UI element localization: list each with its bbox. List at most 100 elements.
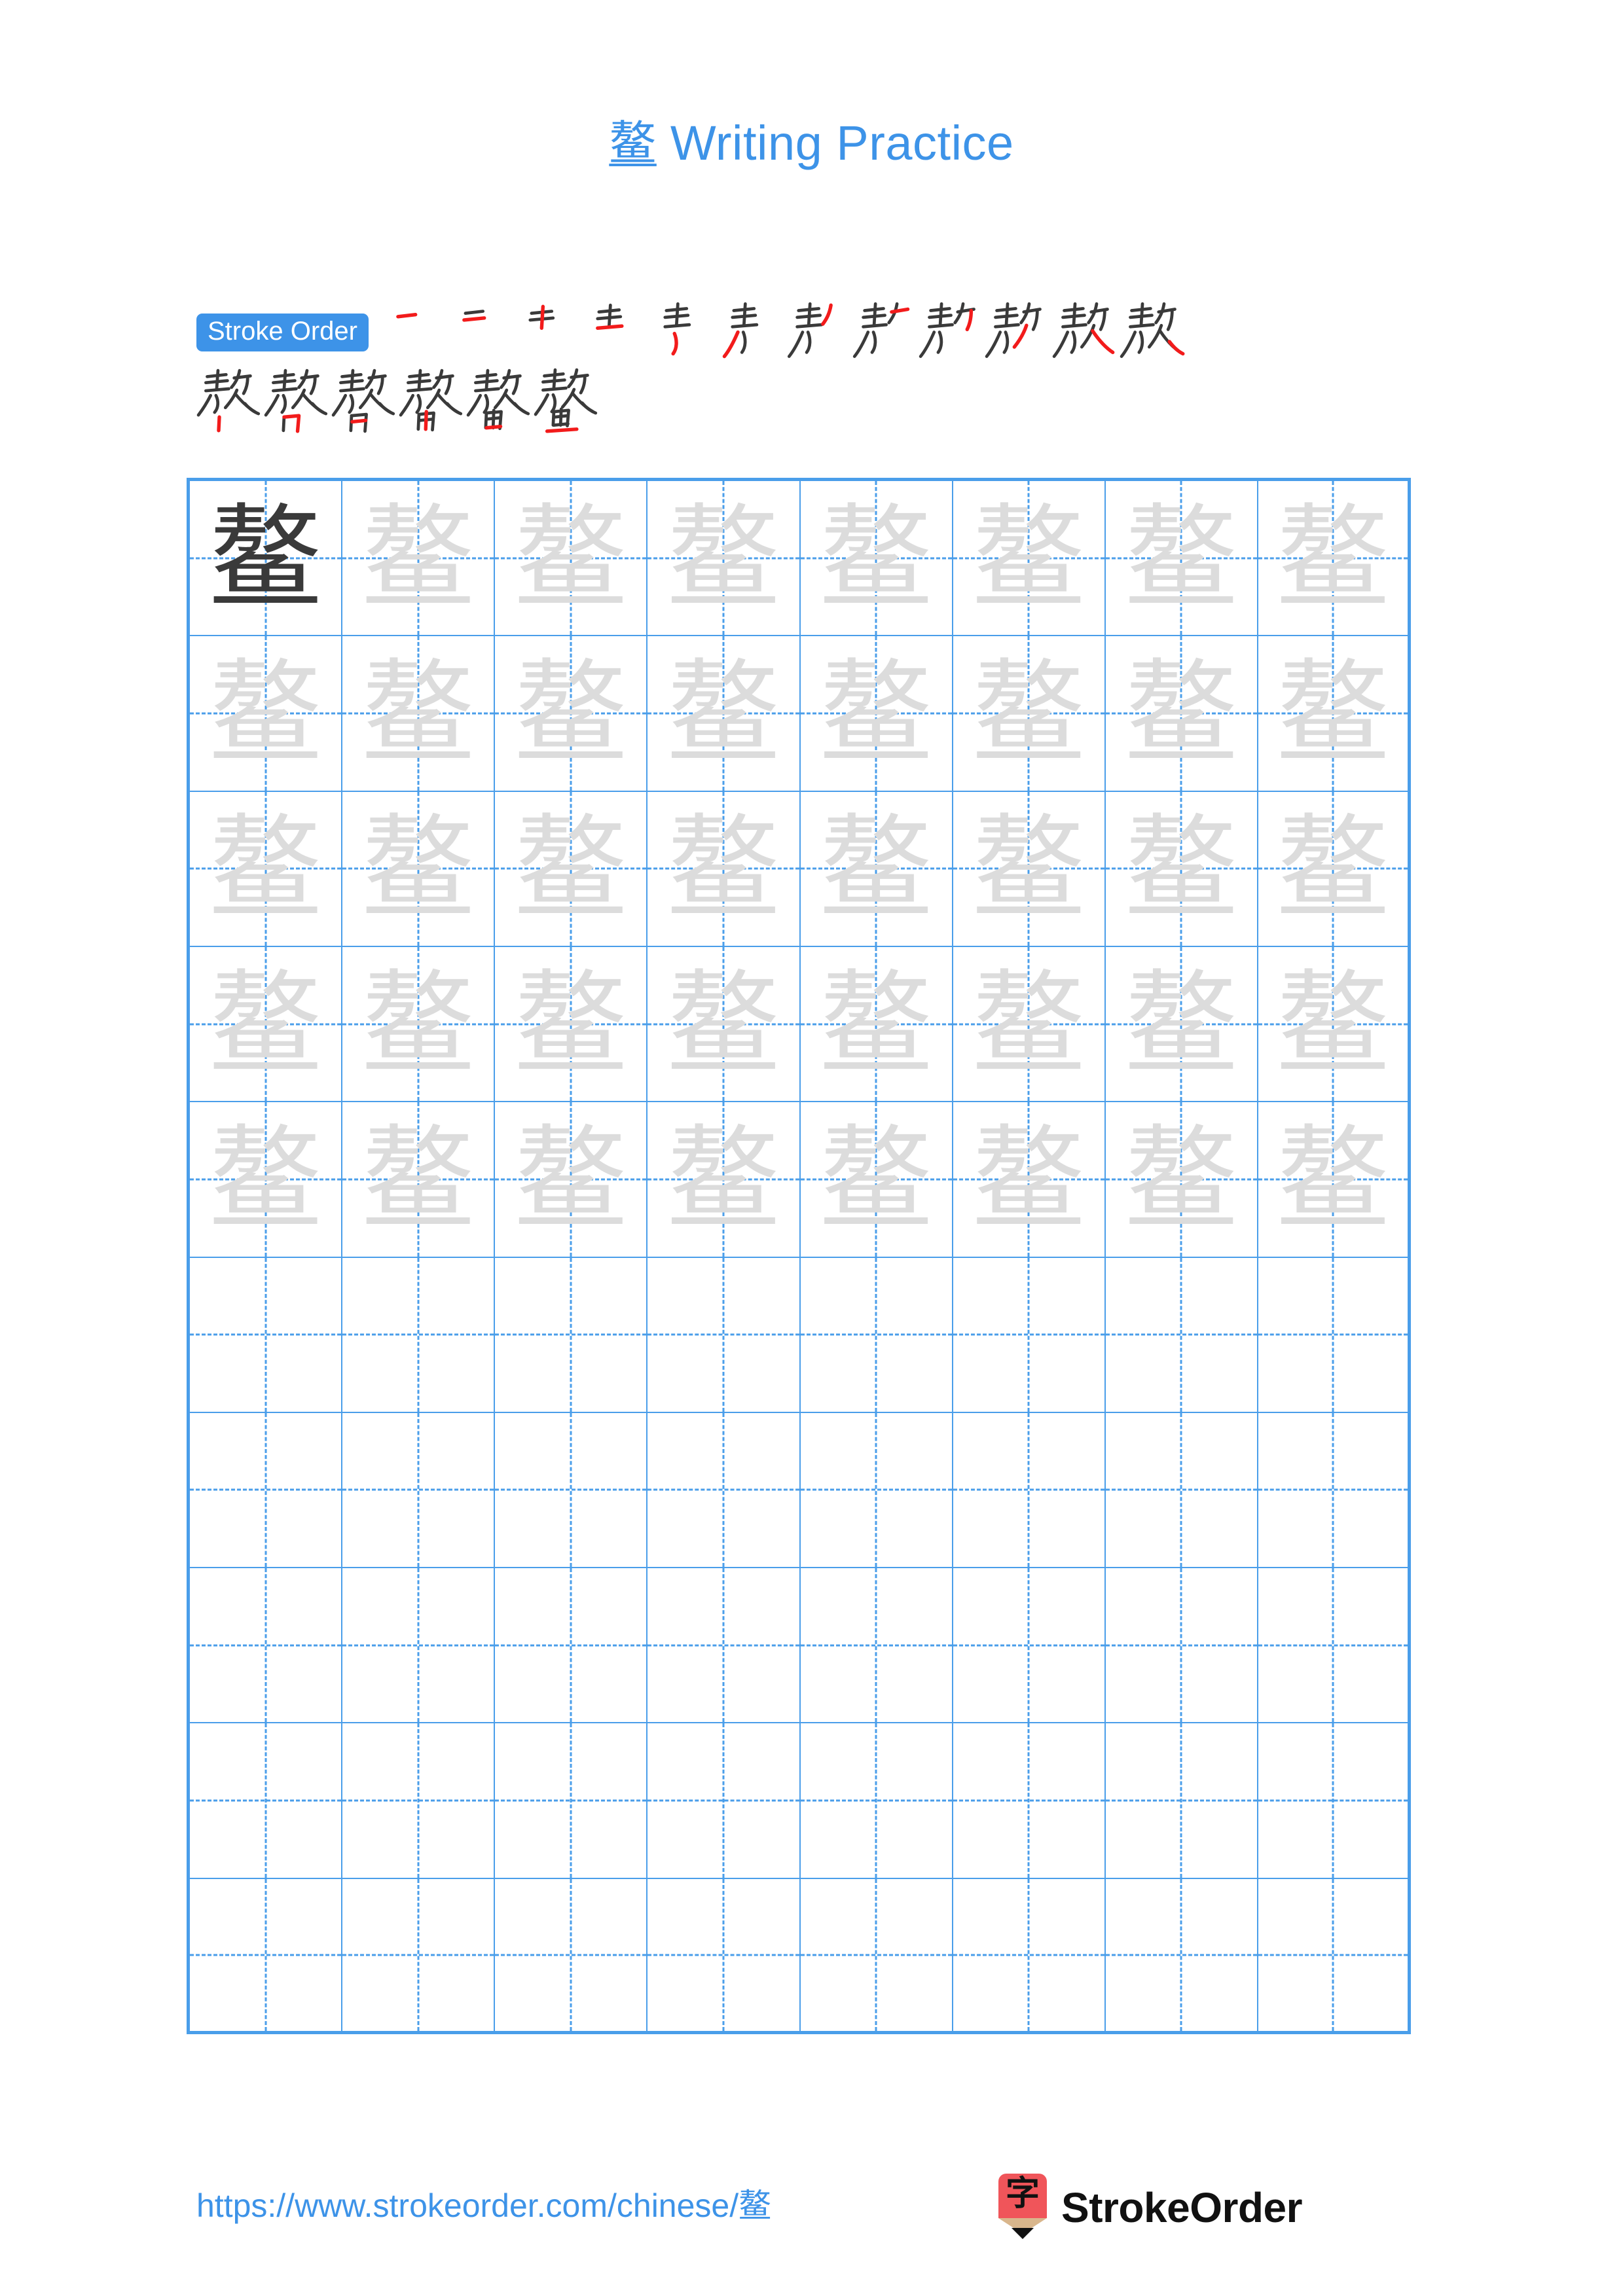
tracing-character: 鳌 [820,958,933,1090]
grid-cell[interactable] [342,1723,496,1879]
grid-cell[interactable]: 鳌 [190,1102,343,1258]
grid-cell[interactable]: 鳌 [1258,636,1411,792]
grid-cell[interactable] [190,1257,343,1413]
grid-cell[interactable] [800,1412,953,1569]
grid-cell[interactable] [342,1412,496,1569]
grid-cell[interactable] [647,1568,801,1724]
tracing-character: 鳌 [666,492,780,624]
grid-cell[interactable] [1105,1723,1258,1879]
grid-cell[interactable] [800,1568,953,1724]
grid-cell[interactable] [495,1878,648,2034]
site-logo-text: StrokeOrder [1061,2184,1302,2231]
tracing-character: 鳌 [209,647,322,779]
grid-cell[interactable] [647,1723,801,1879]
grid-cell[interactable]: 鳌 [800,791,953,947]
grid-cell[interactable] [1105,1257,1258,1413]
grid-cell[interactable] [1105,1568,1258,1724]
grid-cell[interactable]: 鳌 [800,636,953,792]
tracing-character: 鳌 [209,802,322,935]
grid-cell[interactable]: 鳌 [342,946,496,1103]
stroke-step-2 [445,298,513,366]
grid-cell[interactable]: 鳌 [342,481,496,637]
grid-cell[interactable]: 鳌 [190,791,343,947]
grid-cell[interactable] [342,1568,496,1724]
grid-cell[interactable] [800,1723,953,1879]
grid-cell[interactable]: 鳌 [647,636,801,792]
tracing-character: 鳌 [361,958,475,1090]
grid-cell[interactable] [953,1723,1106,1879]
grid-cell[interactable] [342,1257,496,1413]
grid-cell[interactable] [953,1412,1106,1569]
grid-cell[interactable] [647,1412,801,1569]
grid-cell[interactable]: 鳌 [1258,946,1411,1103]
pencil-zi-character: 字 [1005,2174,1040,2214]
grid-cell[interactable]: 鳌 [1258,791,1411,947]
stroke-step-6 [715,298,782,366]
grid-cell[interactable]: 鳌 [190,481,343,637]
grid-cell[interactable] [342,1878,496,2034]
grid-cell[interactable]: 鳌 [953,636,1106,792]
grid-cell[interactable]: 鳌 [342,1102,496,1258]
stroke-step-10 [985,298,1052,366]
grid-cell[interactable] [190,1878,343,2034]
grid-cell[interactable] [495,1568,648,1724]
grid-cell[interactable] [495,1723,648,1879]
grid-cell[interactable]: 鳌 [495,1102,648,1258]
grid-cell[interactable] [647,1257,801,1413]
grid-cell[interactable] [953,1878,1106,2034]
grid-cell[interactable]: 鳌 [1105,636,1258,792]
grid-cell[interactable] [495,1257,648,1413]
grid-cell[interactable]: 鳌 [1105,481,1258,637]
grid-cell[interactable]: 鳌 [1105,791,1258,947]
grid-cell[interactable]: 鳌 [1105,946,1258,1103]
grid-cell[interactable] [1258,1723,1411,1879]
grid-cell[interactable]: 鳌 [800,946,953,1103]
grid-cell[interactable]: 鳌 [647,946,801,1103]
grid-cell[interactable]: 鳌 [953,1102,1106,1258]
site-logo[interactable]: 字 StrokeOrder [998,2172,1302,2244]
footer-url[interactable]: https://www.strokeorder.com/chinese/鳌 [196,2179,771,2227]
grid-cell[interactable]: 鳌 [495,946,648,1103]
grid-cell[interactable] [953,1257,1106,1413]
grid-cell[interactable]: 鳌 [800,1102,953,1258]
grid-cell[interactable]: 鳌 [495,791,648,947]
stroke-step-5 [647,298,715,366]
grid-cell[interactable] [190,1723,343,1879]
grid-cell[interactable]: 鳌 [342,636,496,792]
grid-cell[interactable] [953,1568,1106,1724]
grid-cell[interactable] [800,1257,953,1413]
grid-cell[interactable]: 鳌 [190,946,343,1103]
grid-cell[interactable]: 鳌 [647,1102,801,1258]
grid-cell[interactable] [1258,1257,1411,1413]
grid-cell[interactable] [1258,1878,1411,2034]
grid-cell[interactable] [647,1878,801,2034]
grid-cell[interactable]: 鳌 [1258,481,1411,637]
stroke-order-section: Stroke Order [196,298,1440,435]
grid-cell[interactable]: 鳌 [953,481,1106,637]
grid-cell[interactable] [1258,1568,1411,1724]
grid-cell[interactable] [190,1568,343,1724]
grid-cell[interactable] [495,1412,648,1569]
grid-cell[interactable]: 鳌 [495,481,648,637]
stroke-step-1 [378,298,445,366]
grid-cell[interactable]: 鳌 [647,791,801,947]
grid-cell[interactable] [1258,1412,1411,1569]
grid-cell[interactable]: 鳌 [953,791,1106,947]
stroke-step-3 [513,298,580,366]
tracing-character: 鳌 [514,802,627,935]
grid-cell[interactable] [1105,1412,1258,1569]
grid-cell[interactable]: 鳌 [1105,1102,1258,1258]
grid-cell[interactable]: 鳌 [800,481,953,637]
grid-cell[interactable]: 鳌 [647,481,801,637]
grid-cell[interactable]: 鳌 [342,791,496,947]
stroke-order-badge: Stroke Order [196,313,369,351]
grid-cell[interactable]: 鳌 [953,946,1106,1103]
stroke-step-7 [782,298,850,366]
grid-cell[interactable] [800,1878,953,2034]
grid-cell[interactable]: 鳌 [190,636,343,792]
grid-cell[interactable] [1105,1878,1258,2034]
tracing-character: 鳌 [514,958,627,1090]
grid-cell[interactable]: 鳌 [495,636,648,792]
grid-cell[interactable] [190,1412,343,1569]
grid-cell[interactable]: 鳌 [1258,1102,1411,1258]
